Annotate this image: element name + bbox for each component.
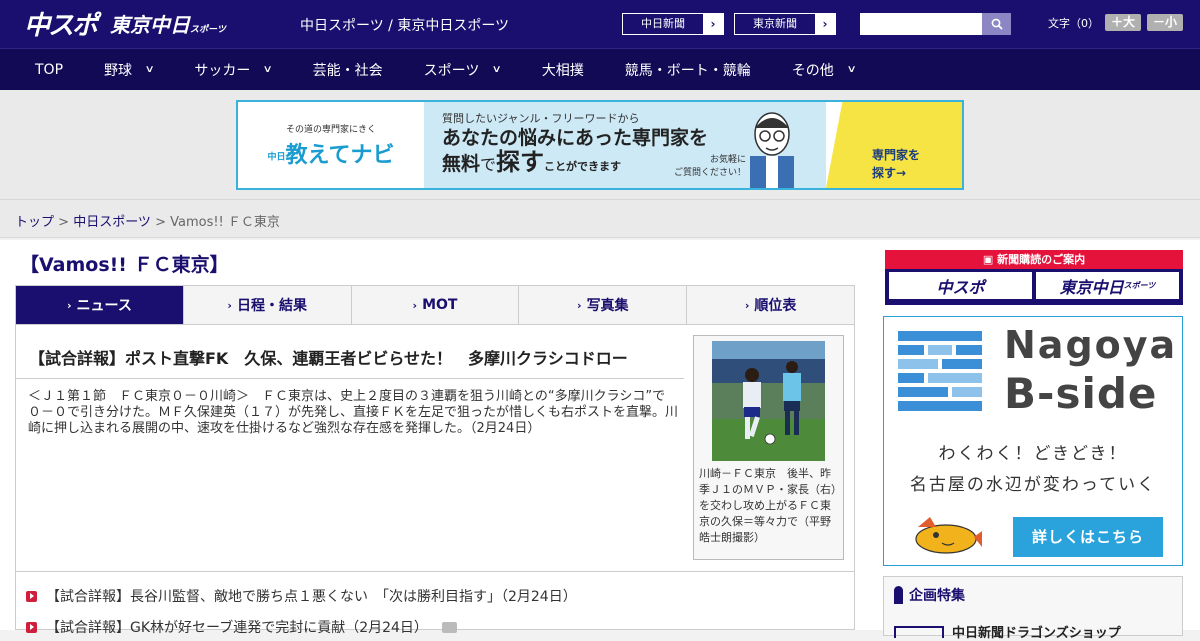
site-logo[interactable]: 中スポ 東京中日スポーツ [24, 8, 226, 41]
nav-item-baseball[interactable]: 野球 ∨ [104, 60, 155, 80]
nav-item-sumo[interactable]: 大相撲 [542, 60, 584, 80]
oshiete-navi-banner[interactable]: その道の専門家にきく 中日教えてナビ 質問したいジャンル・フリーワードから あな… [236, 100, 964, 190]
section-tabs: › ニュース › 日程・結果 › MOT › 写真集 › 順位表 [15, 285, 855, 331]
camera-icon [441, 621, 457, 633]
breadcrumb-current: Vamos!! ＦＣ東京 [170, 215, 280, 230]
font-size-control: 文字（0） ＋大 －小 [1048, 14, 1184, 31]
top-header: 中スポ 東京中日スポーツ 中日スポーツ / 東京中日スポーツ 中日新聞 › 東京… [0, 0, 1200, 48]
chevron-right-icon: › [577, 298, 582, 312]
chevron-right-icon: › [66, 298, 72, 312]
tab-standings[interactable]: › 順位表 [687, 286, 854, 324]
font-size-label: 文字（0） [1048, 16, 1099, 30]
article-body: ＜Ｊ１第１節 ＦＣ東京０－０川崎＞ ＦＣ東京は、史上２度目の３連覇を狙う川崎との… [28, 389, 679, 436]
font-bigger-button[interactable]: ＋大 [1105, 14, 1142, 31]
nav-item-sports[interactable]: スポーツ ∨ [424, 60, 503, 80]
tokyo-shimbun-link[interactable]: 東京新聞 › [734, 13, 836, 35]
chevron-down-icon: ∨ [491, 64, 503, 75]
banner-brand: その道の専門家にきく 中日教えてナビ [238, 102, 424, 188]
subscription-heading: ▣ 新聞購読のご案内 [885, 250, 1183, 269]
site-title-link[interactable]: 中日スポーツ / 東京中日スポーツ [300, 15, 509, 35]
newspaper-icon: ▣ [982, 253, 998, 266]
feature-item-dragons-shop[interactable]: 中日新聞ドラゴンズショップ [894, 622, 1121, 641]
shop-thumbnail [894, 625, 944, 638]
list-item[interactable]: 【試合詳報】GK林が好セーブ連発で完封に貢献（2月24日） [26, 617, 457, 637]
brick-logo-icon [898, 331, 982, 411]
banner-cta: 専門家を 探す→ [826, 102, 962, 188]
chevron-right-icon: › [703, 14, 723, 34]
tab-news[interactable]: › ニュース [16, 286, 184, 331]
subscribe-tokyo-button[interactable]: 東京中日 スポーツ [1036, 272, 1179, 299]
feature-box: 企画特集 中日新聞ドラゴンズショップ [883, 576, 1183, 641]
chevron-down-icon: ∨ [144, 64, 155, 75]
tab-schedule[interactable]: › 日程・結果 [184, 286, 352, 324]
banner-message: 質問したいジャンル・フリーワードから あなたの悩みにあった専門家を 無料で探すこ… [424, 102, 826, 188]
search-icon [991, 18, 1003, 30]
divider [16, 378, 684, 379]
article-photo[interactable] [712, 341, 825, 461]
breadcrumb: トップ > 中日スポーツ > Vamos!! ＦＣ東京 [0, 200, 1200, 238]
breadcrumb-home[interactable]: トップ [15, 215, 54, 230]
chevron-down-icon: ∨ [846, 64, 857, 75]
expert-illustration-icon [750, 112, 794, 188]
nav-item-other[interactable]: その他 ∨ [792, 60, 857, 80]
font-smaller-button[interactable]: －小 [1147, 14, 1184, 31]
ribbon-icon [894, 586, 903, 604]
nav-item-soccer[interactable]: サッカー ∨ [194, 60, 274, 80]
subscription-box: ▣ 新聞購読のご案内 中スポ 東京中日 スポーツ [885, 250, 1183, 305]
chevron-down-icon: ∨ [262, 64, 274, 75]
main-content: 【Vamos!! ＦＣ東京】 › ニュース › 日程・結果 › MOT › 写真集 › 順… [0, 240, 1200, 641]
page-title: 【Vamos!! ＦＣ東京】 [20, 254, 229, 276]
logo-tokyo-chunichi: 東京中日スポーツ [110, 12, 226, 37]
nav-item-top[interactable]: TOP [35, 62, 63, 78]
chunichi-shimbun-link[interactable]: 中日新聞 › [622, 13, 724, 35]
main-nav: TOP 野球 ∨ サッカー ∨ 芸能・社会 スポーツ ∨ 大相撲 競馬・ボート・競輪 … [0, 48, 1200, 90]
chevron-right-icon: › [815, 14, 835, 34]
logo-chuspo: 中スポ [24, 10, 98, 41]
tab-mot[interactable]: › MOT [352, 286, 520, 324]
chevron-right-icon: › [227, 298, 232, 312]
related-articles: 【試合詳報】長谷川監督、敵地で勝ち点１悪くない 「次は勝利目指す」（2月24日）… [15, 572, 855, 636]
tab-photos[interactable]: › 写真集 [519, 286, 688, 324]
breadcrumb-section[interactable]: 中日スポーツ [73, 215, 151, 230]
bullet-arrow-icon [26, 590, 37, 602]
subscribe-chuspo-button[interactable]: 中スポ [889, 272, 1032, 299]
list-item[interactable]: 【試合詳報】長谷川監督、敵地で勝ち点１悪くない 「次は勝利目指す」（2月24日） [26, 586, 577, 606]
nav-item-entertainment[interactable]: 芸能・社会 [313, 60, 383, 80]
article-title[interactable]: 【試合詳報】ポスト直撃FK 久保、連覇王者ビビらせた！ 多摩川クラシコドロー [29, 345, 628, 369]
article-photo-box: 川崎－ＦＣ東京 後半、昨季Ｊ１のＭＶＰ・家長（右）を交わし攻め上がるＦＣ東京の久… [693, 335, 844, 560]
bullet-arrow-icon [26, 621, 37, 633]
ebi-fry-mascot-icon [915, 517, 982, 554]
chevron-right-icon: › [412, 298, 418, 312]
nav-item-racing[interactable]: 競馬・ボート・競輪 [625, 60, 751, 80]
ad-zone: その道の専門家にきく 中日教えてナビ 質問したいジャンル・フリーワードから あな… [0, 90, 1200, 200]
search-button[interactable] [982, 13, 1011, 35]
photo-caption: 川崎－ＦＣ東京 後半、昨季Ｊ１のＭＶＰ・家長（右）を交わし攻め上がるＦＣ東京の久… [699, 467, 837, 544]
nagoya-bside-ad[interactable]: Nagoya B-side わくわく！どきどき！ 名古屋の水辺が変わっていく 詳… [883, 316, 1183, 566]
search-form [860, 13, 1011, 35]
search-input[interactable] [860, 13, 982, 35]
chevron-right-icon: › [744, 298, 750, 312]
bside-details-button[interactable]: 詳しくはこちら [1013, 517, 1163, 557]
lead-article: 【試合詳報】ポスト直撃FK 久保、連覇王者ビビらせた！ 多摩川クラシコドロー ＜… [15, 324, 855, 572]
